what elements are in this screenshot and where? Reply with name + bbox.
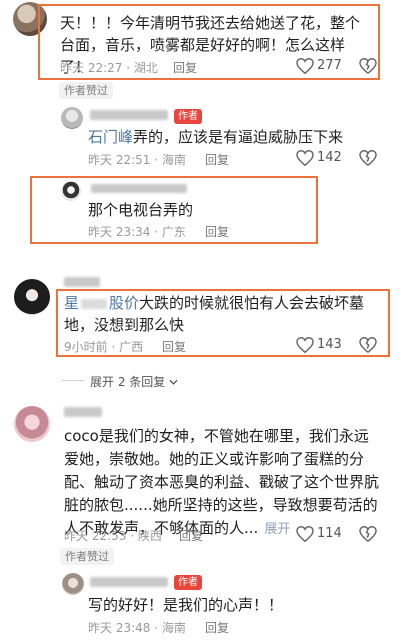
- reply-text: 那个电视台弄的: [88, 201, 194, 219]
- username-blurred: [91, 184, 187, 193]
- username-prefix[interactable]: 星: [64, 294, 79, 312]
- heart-outline-icon: [296, 58, 314, 74]
- dislike-button[interactable]: [359, 58, 377, 74]
- reply-text: 写的好好！是我们的心声！！: [88, 596, 284, 614]
- comment-meta: 昨天 22:27 · 湖北: [60, 61, 158, 75]
- comment-text: coco是我们的女神，不管她在哪里，我们永远爱她，崇敬她。她的正义或许影响了蛋糕…: [64, 427, 380, 537]
- dislike-button[interactable]: [359, 150, 377, 166]
- author-liked-badge: 作者赞过: [59, 82, 113, 99]
- reply-text: 石门峰弄的，应该是有逼迫威胁压下来: [88, 128, 344, 146]
- avatar[interactable]: [61, 107, 83, 129]
- like-button[interactable]: [296, 150, 314, 166]
- expand-text-link[interactable]: 展开: [264, 522, 290, 537]
- like-button[interactable]: [296, 337, 314, 353]
- author-tag: 作者: [174, 575, 202, 590]
- avatar[interactable]: [61, 181, 81, 201]
- reply-button[interactable]: 回复: [179, 527, 203, 544]
- divider: [62, 380, 84, 381]
- comment-meta: 昨天 23:48 · 海南: [88, 621, 186, 635]
- comment-meta: 昨天 22:53 · 陕西: [64, 529, 162, 543]
- username-blurred: [64, 277, 100, 287]
- expand-replies-button[interactable]: 展开 2 条回复: [90, 373, 178, 390]
- username-blurred: [90, 577, 168, 587]
- comment-meta: 昨天 22:51 · 海南: [88, 153, 186, 167]
- comment-time: 9小时前: [64, 340, 108, 354]
- avatar[interactable]: [62, 573, 84, 595]
- username-blurred: [81, 298, 108, 309]
- mention-link[interactable]: 股价: [109, 294, 139, 312]
- like-count: 114: [317, 526, 342, 541]
- comment-location: 陕西: [137, 529, 162, 543]
- comment-time: 昨天 22:27: [60, 61, 123, 75]
- like-count: 277: [317, 58, 342, 73]
- like-count: 142: [317, 150, 342, 165]
- comment-time: 昨天 22:53: [64, 529, 127, 543]
- comment-time: 昨天 22:51: [88, 153, 151, 167]
- broken-heart-icon: [359, 58, 377, 74]
- comment-meta: 昨天 23:34 · 广东: [88, 225, 186, 239]
- like-button[interactable]: [296, 58, 314, 74]
- author-name[interactable]: 石门峰: [88, 128, 133, 146]
- reply-button[interactable]: 回复: [173, 59, 197, 76]
- username-blurred: [90, 110, 168, 120]
- dislike-button[interactable]: [359, 526, 377, 542]
- like-count: 143: [317, 337, 342, 352]
- comment-text: 星股价大跌的时候就很怕有人会去破坏墓地，没想到那么快: [64, 294, 365, 334]
- comment-meta: 9小时前 · 广西: [64, 340, 144, 354]
- comment-time: 昨天 23:48: [88, 621, 151, 635]
- comment-location: 广西: [119, 340, 144, 354]
- avatar[interactable]: [14, 279, 50, 315]
- broken-heart-icon: [359, 337, 377, 353]
- username-blurred: [64, 407, 102, 417]
- comment-location: 海南: [161, 621, 186, 635]
- broken-heart-icon: [359, 150, 377, 166]
- comment-time: 昨天 23:34: [88, 225, 151, 239]
- comment-location: 广东: [161, 225, 186, 239]
- reply-button[interactable]: 回复: [205, 223, 229, 240]
- like-button[interactable]: [296, 526, 314, 542]
- author-tag: 作者: [174, 109, 202, 124]
- heart-outline-icon: [296, 337, 314, 353]
- reply-button[interactable]: 回复: [205, 151, 229, 168]
- broken-heart-icon: [359, 526, 377, 542]
- chevron-down-icon: [169, 379, 178, 385]
- comment-location: 海南: [161, 153, 186, 167]
- author-liked-badge: 作者赞过: [60, 548, 114, 565]
- reply-button[interactable]: 回复: [205, 619, 229, 636]
- heart-outline-icon: [296, 526, 314, 542]
- reply-button[interactable]: 回复: [162, 338, 186, 355]
- comment-location: 湖北: [133, 61, 158, 75]
- dislike-button[interactable]: [359, 337, 377, 353]
- heart-outline-icon: [296, 150, 314, 166]
- avatar[interactable]: [14, 406, 50, 442]
